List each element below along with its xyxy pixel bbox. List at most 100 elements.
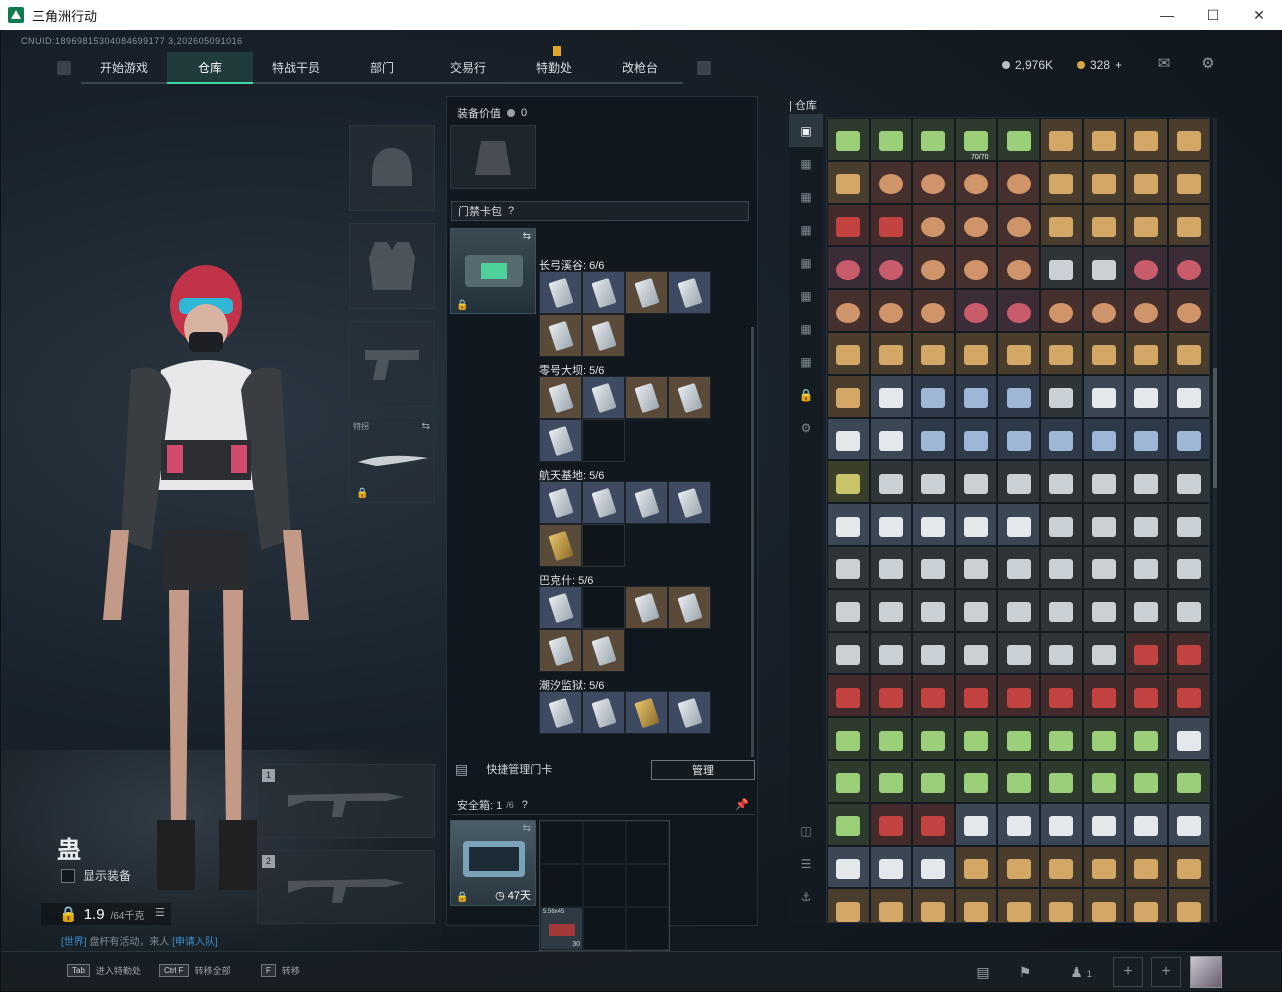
join-team-link[interactable]: [申请入队]: [172, 937, 218, 948]
warehouse-item[interactable]: [1167, 289, 1209, 332]
warehouse-item[interactable]: [1082, 888, 1126, 922]
warehouse-item[interactable]: [954, 717, 998, 760]
warehouse-item[interactable]: [1082, 717, 1126, 760]
warehouse-item[interactable]: [1167, 246, 1209, 290]
keycard-item[interactable]: [539, 691, 582, 734]
warehouse-item[interactable]: [1082, 417, 1126, 461]
warehouse-item[interactable]: [912, 888, 955, 922]
warehouse-item[interactable]: [997, 545, 1040, 589]
tab-market[interactable]: 交易行: [425, 52, 511, 84]
warehouse-item[interactable]: [1039, 289, 1083, 332]
empty-keycard-slot[interactable]: [582, 586, 625, 629]
ticket-balance[interactable]: 328 +: [1077, 58, 1122, 72]
all-items-icon[interactable]: ▣: [789, 114, 823, 147]
tab-gunsmith[interactable]: 改枪台: [597, 52, 683, 84]
warehouse-item[interactable]: [1082, 289, 1126, 332]
warehouse-item[interactable]: [997, 331, 1040, 375]
category-2-icon[interactable]: ▦: [789, 180, 823, 213]
warehouse-item[interactable]: [997, 203, 1040, 247]
warehouse-item[interactable]: [1167, 460, 1209, 504]
warehouse-item[interactable]: [1167, 545, 1209, 589]
warehouse-item[interactable]: [827, 545, 870, 589]
warehouse-item[interactable]: [869, 246, 913, 290]
warehouse-item[interactable]: [869, 717, 913, 760]
warehouse-item[interactable]: [869, 759, 913, 803]
warehouse-item[interactable]: [869, 588, 913, 632]
warehouse-item[interactable]: [869, 845, 913, 889]
mail-icon[interactable]: ✉: [1155, 56, 1173, 72]
keycard-item[interactable]: [668, 586, 711, 629]
keycard-item[interactable]: [582, 271, 625, 314]
empty-keycard-slot[interactable]: [582, 419, 625, 462]
warehouse-item[interactable]: [1125, 631, 1168, 675]
warehouse-item[interactable]: [1167, 160, 1209, 204]
warehouse-item[interactable]: [1039, 331, 1083, 375]
backpack-slot[interactable]: [450, 125, 536, 189]
warehouse-item[interactable]: [997, 674, 1040, 718]
warehouse-item[interactable]: [1039, 417, 1083, 461]
warehouse-item[interactable]: [1167, 331, 1209, 375]
warehouse-item[interactable]: [1082, 545, 1126, 589]
warehouse-item[interactable]: [1167, 631, 1209, 675]
warehouse-item[interactable]: [1039, 588, 1083, 632]
settings-gear-icon[interactable]: ⚙: [1199, 56, 1217, 72]
warehouse-item[interactable]: [1167, 845, 1209, 889]
manage-button[interactable]: 管理: [651, 760, 755, 780]
safe-slot[interactable]: [540, 821, 583, 864]
warehouse-item[interactable]: [827, 417, 870, 461]
warehouse-item[interactable]: [1039, 460, 1083, 504]
warehouse-item[interactable]: [954, 545, 998, 589]
warehouse-item[interactable]: [912, 246, 955, 290]
warehouse-item[interactable]: [1039, 374, 1083, 418]
warehouse-item[interactable]: [1082, 460, 1126, 504]
category-3-icon[interactable]: ▦: [789, 213, 823, 246]
keycard-item[interactable]: [539, 586, 582, 629]
category-7-icon[interactable]: ▦: [789, 345, 823, 378]
warehouse-item[interactable]: [827, 331, 870, 375]
keycard-item[interactable]: [625, 481, 668, 524]
warehouse-item[interactable]: [1082, 331, 1126, 375]
warehouse-item[interactable]: [869, 631, 913, 675]
warehouse-item[interactable]: [1167, 118, 1209, 161]
pin-icon[interactable]: 📌: [735, 798, 749, 811]
keycard-item[interactable]: [539, 271, 582, 314]
warehouse-item[interactable]: [912, 674, 955, 718]
warehouse-item[interactable]: [1125, 118, 1168, 161]
anchor-icon[interactable]: ⚓: [789, 880, 823, 913]
maximize-button[interactable]: ☐: [1190, 0, 1236, 30]
warehouse-item[interactable]: [869, 118, 913, 161]
warehouse-item[interactable]: [869, 331, 913, 375]
warehouse-item[interactable]: [827, 374, 870, 418]
warehouse-item[interactable]: [1082, 845, 1126, 889]
safe-box-item[interactable]: ⇆ 🔒 ◷ 47天: [450, 820, 536, 906]
warehouse-item[interactable]: [1125, 203, 1168, 247]
category-1-icon[interactable]: ▦: [789, 147, 823, 180]
warehouse-item[interactable]: [1082, 674, 1126, 718]
tab-operators[interactable]: 特战干员: [253, 52, 339, 84]
warehouse-item[interactable]: [1082, 503, 1126, 546]
warehouse-item[interactable]: [869, 802, 913, 846]
warehouse-item[interactable]: [1125, 759, 1168, 803]
tab-special-ops[interactable]: 特勤处: [511, 46, 597, 84]
keycard-item[interactable]: [539, 524, 582, 567]
keycard-scrollbar[interactable]: [751, 327, 754, 757]
warehouse-item[interactable]: [997, 374, 1040, 418]
warehouse-item[interactable]: [997, 289, 1040, 332]
warehouse-item[interactable]: [954, 845, 998, 889]
warehouse-item[interactable]: [997, 845, 1040, 889]
armor-slot[interactable]: [349, 223, 435, 309]
warehouse-item[interactable]: [1039, 118, 1083, 161]
warehouse-item[interactable]: [997, 717, 1040, 760]
warehouse-item[interactable]: [827, 717, 870, 760]
warehouse-item[interactable]: [1125, 289, 1168, 332]
close-button[interactable]: ✕: [1236, 0, 1282, 30]
warehouse-item[interactable]: [827, 246, 870, 290]
safe-slot[interactable]: [626, 821, 669, 864]
warehouse-item[interactable]: [954, 802, 998, 846]
warehouse-item[interactable]: [997, 118, 1040, 161]
warehouse-item[interactable]: [1039, 845, 1083, 889]
keycard-item[interactable]: [668, 481, 711, 524]
warehouse-item[interactable]: [827, 631, 870, 675]
warehouse-item[interactable]: [869, 160, 913, 204]
warehouse-item[interactable]: [1125, 717, 1168, 760]
